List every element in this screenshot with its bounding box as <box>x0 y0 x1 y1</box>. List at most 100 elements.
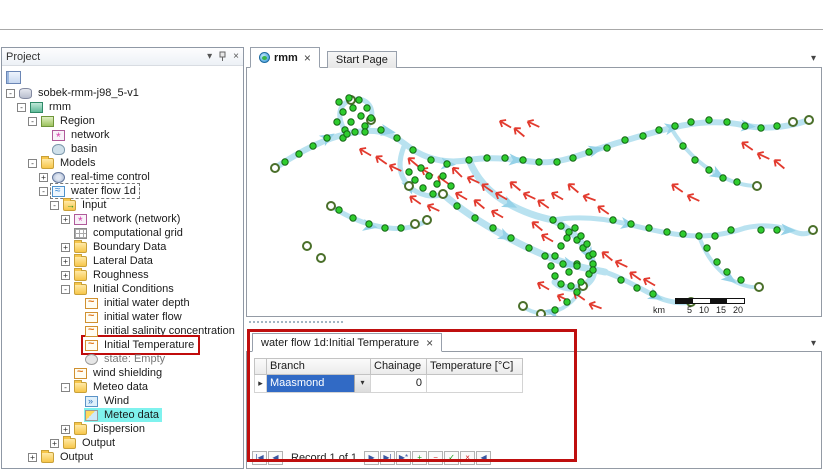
last-record-button[interactable]: ▶| <box>380 451 396 465</box>
tree-item[interactable]: Initial Temperature <box>2 335 243 355</box>
database-icon <box>19 87 32 99</box>
tree-item-label: sobek-rmm-j98_5-v1 <box>38 87 139 99</box>
splitter-grip[interactable] <box>249 321 343 323</box>
expand-icon[interactable]: + <box>61 256 70 266</box>
folder-icon <box>74 379 87 393</box>
function-icon <box>85 324 98 337</box>
tree-item[interactable]: - Region <box>2 114 243 128</box>
tree-item[interactable]: - rmm <box>2 100 243 114</box>
pin-icon[interactable] <box>218 51 227 62</box>
tree-item[interactable]: + Output <box>2 435 243 450</box>
table-row: ▸ Maasmond ▾ 0 <box>254 375 523 393</box>
map-node <box>349 104 357 112</box>
lateral-arrow-icon <box>756 151 770 160</box>
collapse-icon[interactable]: - <box>61 382 70 392</box>
tree-item[interactable]: - Meteo data <box>2 379 243 394</box>
append-record-button[interactable]: + <box>412 451 428 465</box>
map-node <box>347 118 355 126</box>
collapse-icon[interactable]: - <box>39 186 48 196</box>
map-node <box>381 224 389 232</box>
tree-item[interactable]: Wind <box>2 394 243 408</box>
tab-initial-temperature[interactable]: water flow 1d:Initial Temperature × <box>252 333 443 352</box>
next-record-button[interactable]: ▶ <box>364 451 380 465</box>
map-node <box>525 244 533 252</box>
lateral-arrow-icon <box>426 203 440 212</box>
tree-item[interactable]: - water flow 1d <box>2 183 243 199</box>
tree-item[interactable]: initial salinity concentration <box>2 324 243 338</box>
scalebar-segments <box>675 298 745 304</box>
lateral-arrow-icon <box>582 193 596 202</box>
expand-icon[interactable]: + <box>61 270 70 280</box>
tree-item[interactable]: + Boundary Data <box>2 239 243 254</box>
expand-icon[interactable]: + <box>39 172 48 182</box>
chevron-down-icon[interactable]: ▾ <box>207 51 212 62</box>
tree-item[interactable]: - sobek-rmm-j98_5-v1 <box>2 86 243 100</box>
cancel-edit-button[interactable]: × <box>460 451 476 465</box>
expand-icon[interactable]: + <box>28 452 37 462</box>
tree-item[interactable]: + Roughness <box>2 267 243 282</box>
expand-icon[interactable]: + <box>50 438 59 448</box>
map-node <box>679 142 687 150</box>
close-icon[interactable]: × <box>304 52 311 64</box>
lateral-arrow-icon <box>509 181 521 192</box>
branch-cell[interactable]: Maasmond ▾ <box>267 375 371 393</box>
tree-item[interactable]: computational grid <box>2 226 243 240</box>
tree-item[interactable]: - Initial Conditions <box>2 281 243 296</box>
tree-item[interactable]: + Output <box>2 449 243 464</box>
rtc-icon <box>52 171 65 183</box>
tab-start-page[interactable]: Start Page <box>326 51 397 68</box>
tree-item[interactable]: - Models <box>2 155 243 170</box>
lateral-arrow-icon <box>550 191 564 201</box>
folder-icon <box>63 435 76 449</box>
collapse-icon[interactable]: - <box>6 88 15 98</box>
map-node <box>309 142 317 150</box>
chainage-cell[interactable]: 0 <box>371 375 427 393</box>
collapse-icon[interactable]: - <box>28 116 37 126</box>
column-header-temperature[interactable]: Temperature [°C] <box>427 358 523 375</box>
tree-item[interactable]: initial water flow <box>2 310 243 324</box>
delete-record-button[interactable]: − <box>428 451 444 465</box>
close-icon[interactable]: × <box>233 51 239 62</box>
map-node <box>609 216 617 224</box>
tree-item[interactable]: wind shielding <box>2 366 243 380</box>
map-document[interactable]: km 5 10 15 20 <box>246 67 822 317</box>
tree-item[interactable]: + Lateral Data <box>2 253 243 268</box>
branch-combo-value[interactable]: Maasmond <box>267 375 354 392</box>
edit-record-button[interactable]: ◀ <box>476 451 492 465</box>
collapse-icon[interactable]: - <box>61 284 70 294</box>
column-header-branch[interactable]: Branch <box>267 358 371 375</box>
expand-icon[interactable]: + <box>61 242 70 252</box>
expand-icon[interactable]: + <box>61 424 70 434</box>
new-record-button[interactable]: ▶* <box>396 451 412 465</box>
tree-item[interactable]: + Dispersion <box>2 421 243 436</box>
close-icon[interactable]: × <box>426 337 433 349</box>
tree-item[interactable]: initial water depth <box>2 296 243 310</box>
map-canvas[interactable] <box>247 68 821 316</box>
map-node <box>349 214 357 222</box>
chevron-down-icon[interactable]: ▾ <box>811 53 816 64</box>
tree-item[interactable]: network <box>2 128 243 144</box>
column-header-chainage[interactable]: Chainage <box>371 358 427 375</box>
tree-item[interactable]: + network (network) <box>2 212 243 228</box>
tab-rmm[interactable]: rmm × <box>250 47 320 68</box>
chevron-down-icon[interactable]: ▾ <box>811 338 816 349</box>
prev-record-button[interactable]: ◀ <box>268 451 283 465</box>
collapse-icon[interactable]: - <box>17 102 26 112</box>
tree-item[interactable]: Meteo data <box>2 408 243 422</box>
tree-item[interactable]: - Input <box>2 197 243 212</box>
network-icon <box>74 213 87 228</box>
map-ring-node <box>410 219 420 229</box>
collapse-icon[interactable]: - <box>28 158 37 168</box>
map-node <box>433 180 441 188</box>
map-node <box>335 206 343 214</box>
tree-item[interactable]: basin <box>2 142 243 156</box>
post-edit-button[interactable]: ✓ <box>444 451 460 465</box>
expand-icon[interactable]: + <box>61 214 70 224</box>
first-record-button[interactable]: |◀ <box>252 451 267 465</box>
combo-dropdown-button[interactable]: ▾ <box>354 375 370 392</box>
tree-item[interactable]: + real-time control <box>2 170 243 184</box>
temperature-cell[interactable] <box>427 375 523 393</box>
collapse-icon[interactable]: - <box>50 200 59 210</box>
panel-view-icon[interactable] <box>6 70 21 84</box>
tree-item[interactable]: state: Empty <box>2 352 243 366</box>
